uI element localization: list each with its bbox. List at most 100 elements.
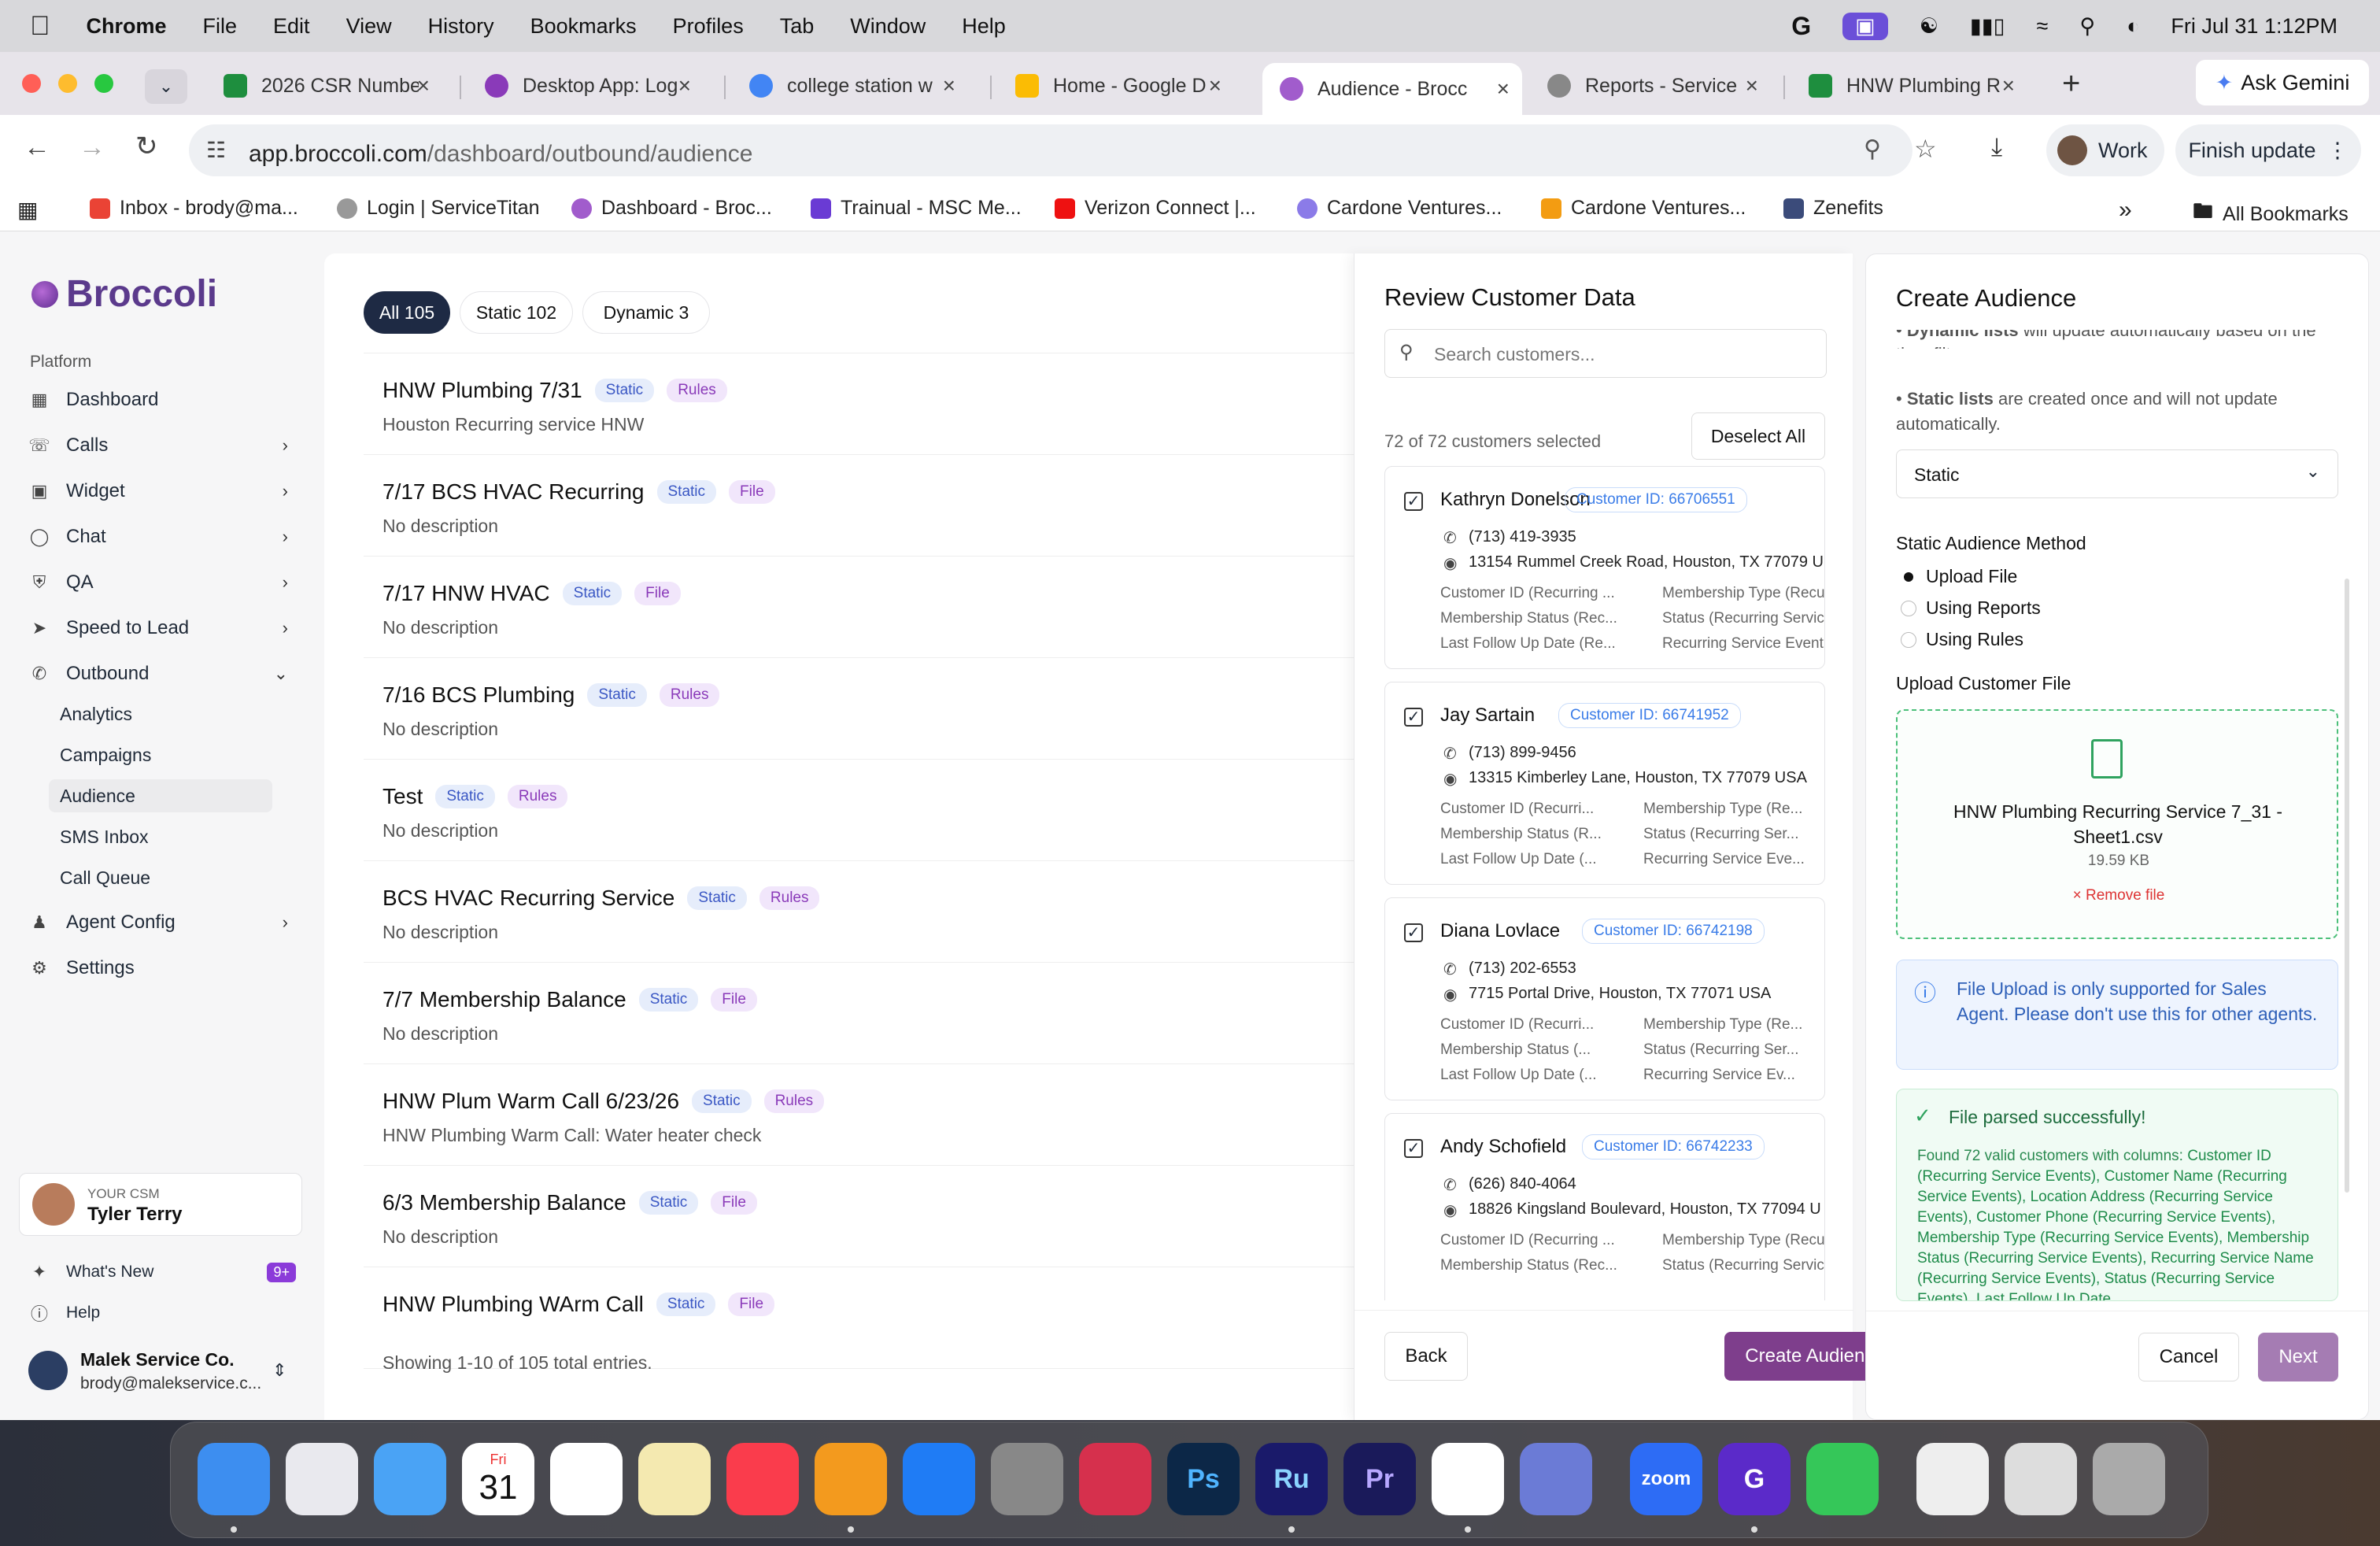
reload-icon[interactable]: ↻	[135, 131, 158, 162]
dock-app-store-icon[interactable]	[903, 1443, 975, 1515]
close-icon[interactable]: ×	[678, 73, 691, 98]
bookmark-star-icon[interactable]: ☆	[1914, 134, 1937, 164]
sidebar-item-dashboard[interactable]: ▦ Dashboard	[20, 381, 302, 419]
wifi-icon[interactable]: ≈	[2036, 14, 2048, 39]
account-switcher[interactable]: Malek Service Co. brody@malekservice.c..…	[20, 1341, 302, 1404]
customer-card[interactable]: ✓ Jay Sartain Customer ID: 66741952 ✆ (7…	[1384, 682, 1825, 885]
tab-hnw-plumbing[interactable]: HNW Plumbing R ×	[1791, 63, 2027, 109]
sidebar-item-outbound[interactable]: ✆ Outbound ⌄	[20, 655, 302, 693]
gemini-status-icon[interactable]: G	[1791, 12, 1811, 41]
tab-desktop-app[interactable]: Desktop App: Log ×	[468, 63, 704, 109]
cancel-button[interactable]: Cancel	[2138, 1333, 2239, 1381]
profile-chip[interactable]: Work	[2046, 124, 2164, 176]
menu-view[interactable]: View	[346, 14, 392, 39]
menu-profiles[interactable]: Profiles	[673, 14, 744, 39]
menu-history[interactable]: History	[428, 14, 494, 39]
dock-launchpad-icon[interactable]	[286, 1443, 358, 1515]
sidebar-item-settings[interactable]: ⚙ Settings	[20, 949, 302, 987]
next-button[interactable]: Next	[2258, 1333, 2338, 1381]
close-icon[interactable]: ×	[1497, 76, 1510, 102]
back-arrow-icon[interactable]: ←	[24, 132, 50, 163]
menu-window[interactable]: Window	[850, 14, 926, 39]
dock-gemini-icon[interactable]: G	[1718, 1443, 1791, 1515]
customer-checkbox[interactable]: ✓	[1404, 923, 1423, 942]
menu-bookmarks[interactable]: Bookmarks	[530, 14, 637, 39]
customer-card[interactable]: ✓ Diana Lovlace Customer ID: 66742198 ✆ …	[1384, 897, 1825, 1100]
dock-photoshop-icon[interactable]: Ps	[1167, 1443, 1240, 1515]
upload-dropzone[interactable]: HNW Plumbing Recurring Service 7_31 - Sh…	[1896, 709, 2338, 939]
menu-file[interactable]: File	[203, 14, 238, 39]
new-tab-button[interactable]: +	[2062, 66, 2080, 102]
sidebar-item-chat[interactable]: ◯ Chat ›	[20, 518, 302, 556]
filter-dynamic[interactable]: Dynamic 3	[582, 291, 710, 334]
sidebar-sub-sms-inbox[interactable]: SMS Inbox	[49, 820, 272, 853]
remove-file-button[interactable]: × Remove file	[1898, 887, 2340, 904]
customer-card[interactable]: ✓ Andy Schofield Customer ID: 66742233 ✆…	[1384, 1113, 1825, 1300]
tab-reports-service[interactable]: Reports - Service ×	[1530, 63, 1771, 109]
tab-google-drive[interactable]: Home - Google D ×	[998, 63, 1234, 109]
dock-phone-icon[interactable]	[1806, 1443, 1879, 1515]
screen-mirroring-icon[interactable]: ▣	[1842, 12, 1888, 40]
method-upload-file[interactable]: Upload File	[1926, 566, 2017, 587]
bookmarks-overflow-icon[interactable]: »	[2119, 197, 2132, 224]
control-center-icon[interactable]: ◐	[2127, 14, 2139, 39]
tab-college-station[interactable]: college station w ×	[732, 63, 968, 109]
dock-system-settings-icon[interactable]	[991, 1443, 1063, 1515]
battery-icon[interactable]: ▮▮▯	[1970, 14, 2005, 39]
filter-static[interactable]: Static 102	[460, 291, 573, 334]
back-button[interactable]: Back	[1384, 1332, 1468, 1381]
sidebar-item-calls[interactable]: ☏ Calls ›	[20, 427, 302, 464]
window-minimize-button[interactable]	[58, 74, 77, 93]
sidebar-sub-analytics[interactable]: Analytics	[49, 697, 272, 730]
close-icon[interactable]: ×	[1746, 73, 1758, 98]
creative-cloud-icon[interactable]: ☯	[1920, 14, 1938, 39]
sidebar-item-agent-config[interactable]: ♟ Agent Config ›	[20, 904, 302, 941]
apple-icon[interactable]: 	[30, 11, 50, 42]
dock-photos-icon[interactable]	[550, 1443, 623, 1515]
close-icon[interactable]: ×	[943, 73, 955, 98]
menu-edit[interactable]: Edit	[273, 14, 310, 39]
bookmark-trainual[interactable]: Trainual - MSC Me...	[811, 197, 1022, 220]
sidebar-item-qa[interactable]: ⛨ QA ›	[20, 564, 302, 601]
dock-pages-icon[interactable]	[815, 1443, 887, 1515]
csm-card[interactable]: YOUR CSM Tyler Terry	[19, 1173, 302, 1236]
finish-update-button[interactable]: Finish update ⋮	[2175, 124, 2361, 176]
sidebar-item-speed-to-lead[interactable]: ➤ Speed to Lead ›	[20, 609, 302, 647]
close-icon[interactable]: ×	[2002, 73, 2015, 98]
forward-arrow-icon[interactable]: →	[79, 132, 105, 163]
customer-card[interactable]: ✓ Kathryn Donelson Customer ID: 66706551…	[1384, 466, 1825, 669]
sidebar-item-widget[interactable]: ▣ Widget ›	[20, 472, 302, 510]
all-bookmarks[interactable]: 🖿 All Bookmarks	[2193, 197, 2349, 231]
download-icon[interactable]: ⤓	[1991, 132, 2002, 162]
menu-clock[interactable]: Fri Jul 31 1:12PM	[2171, 14, 2338, 39]
tab-csr-numbers[interactable]: 2026 CSR Numbe ×	[206, 63, 442, 109]
bookmark-verizon[interactable]: Verizon Connect |...	[1055, 197, 1256, 220]
customer-checkbox[interactable]: ✓	[1404, 708, 1423, 727]
tab-search-button[interactable]: ⌄	[145, 69, 187, 104]
radio-using-rules[interactable]	[1901, 632, 1916, 648]
tab-audience-active[interactable]: Audience - Brocc ×	[1262, 63, 1522, 115]
whats-new-link[interactable]: ✦ What's New 9+	[20, 1253, 302, 1291]
window-zoom-button[interactable]	[94, 74, 113, 93]
customer-checkbox[interactable]: ✓	[1404, 1139, 1423, 1158]
dock-trash-icon[interactable]	[2093, 1443, 2165, 1515]
method-using-reports[interactable]: Using Reports	[1926, 597, 2041, 619]
bookmark-servicetitan[interactable]: Login | ServiceTitan	[337, 197, 540, 220]
broccoli-logo[interactable]: Broccoli	[31, 272, 217, 316]
sidebar-sub-campaigns[interactable]: Campaigns	[49, 738, 272, 771]
dock-music-icon[interactable]	[726, 1443, 799, 1515]
bookmark-zenefits[interactable]: Zenefits	[1783, 197, 1883, 220]
filter-all[interactable]: All 105	[364, 291, 450, 334]
close-icon[interactable]: ×	[1209, 73, 1221, 98]
site-info-icon[interactable]: ☷	[206, 137, 226, 163]
bookmark-inbox[interactable]: Inbox - brody@ma...	[90, 197, 298, 220]
dock-preview-icon[interactable]	[1916, 1443, 1989, 1515]
help-link[interactable]: ⓘ Help	[20, 1294, 302, 1332]
customer-checkbox[interactable]: ✓	[1404, 492, 1423, 511]
menu-tab[interactable]: Tab	[780, 14, 815, 39]
deselect-all-button[interactable]: Deselect All	[1691, 412, 1825, 460]
radio-using-reports[interactable]	[1901, 601, 1916, 616]
menu-help[interactable]: Help	[962, 14, 1006, 39]
url-text[interactable]: app.broccoli.com/dashboard/outbound/audi…	[249, 141, 752, 168]
window-close-button[interactable]	[22, 74, 41, 93]
